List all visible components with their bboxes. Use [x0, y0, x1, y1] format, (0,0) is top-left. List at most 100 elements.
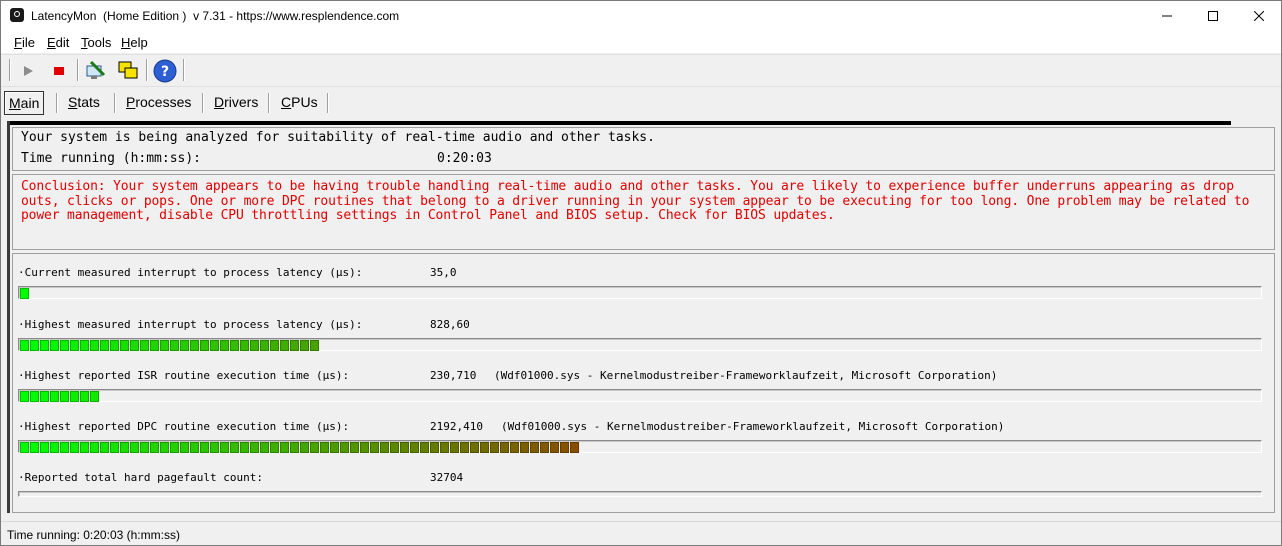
stop-icon	[54, 67, 64, 75]
metric-label-highest-latency: ·Highest measured interrupt to process l…	[18, 318, 363, 331]
menu-help-accel: H	[121, 35, 131, 50]
windows-button[interactable]	[115, 58, 141, 84]
bar-segment	[260, 340, 269, 351]
stop-button[interactable]	[46, 58, 72, 84]
bar-segment	[60, 442, 69, 453]
metric-value-pagefault-count: 32704	[430, 471, 464, 484]
bar-segment	[210, 442, 219, 453]
status-bar: Time running: 0:20:03 (h:mm:ss)	[1, 521, 1281, 545]
top-divider	[7, 121, 1231, 125]
bar-fill-dpc-time	[20, 442, 580, 453]
bar-segment	[430, 442, 439, 453]
bar-segment	[570, 442, 579, 453]
bar-segment	[60, 391, 69, 402]
progress-bar-pagefault-count	[18, 491, 1262, 497]
tab-drivers[interactable]: Drivers	[210, 91, 262, 113]
menu-file-label: ile	[21, 35, 35, 50]
bar-segment	[410, 442, 419, 453]
start-button[interactable]	[15, 58, 41, 84]
help-icon: ?	[153, 59, 177, 83]
bar-segment	[140, 442, 149, 453]
menu-edit[interactable]: Edit	[47, 35, 69, 50]
bar-segment	[320, 442, 329, 453]
bar-segment	[90, 442, 99, 453]
time-running-value: 0:20:03	[437, 151, 492, 166]
menu-bar: File Edit Tools Help	[1, 31, 1281, 53]
windows-icon	[118, 61, 138, 79]
bar-segment	[210, 340, 219, 351]
bar-segment	[440, 442, 449, 453]
progress-bar-isr-time	[18, 389, 1262, 402]
bar-segment	[240, 340, 249, 351]
bar-segment	[20, 288, 29, 299]
tab-cpus-label: PUs	[291, 94, 318, 110]
metric-value-highest-latency: 828,60	[430, 318, 470, 331]
bar-segment	[80, 391, 89, 402]
app-window: LatencyMon (Home Edition ) v 7.31 - http…	[0, 0, 1282, 546]
tab-main[interactable]: Main	[4, 91, 45, 115]
bar-segment	[300, 442, 309, 453]
conclusion-panel: Conclusion: Your system appears to be ha…	[12, 174, 1275, 250]
left-divider	[7, 121, 10, 513]
minimize-icon	[1162, 15, 1172, 17]
bar-segment	[70, 391, 79, 402]
metric-value-dpc-time: 2192,410	[430, 420, 483, 433]
close-button[interactable]	[1236, 1, 1281, 31]
menu-file[interactable]: File	[14, 35, 35, 50]
menu-edit-label: dit	[55, 35, 70, 50]
bar-segment	[270, 442, 279, 453]
toolbar-separator	[77, 59, 78, 81]
toolbar: ?	[1, 54, 1281, 87]
tab-cpus[interactable]: CPUs	[277, 91, 322, 113]
tab-processes-label: rocesses	[135, 94, 192, 110]
bar-fill-current-latency	[20, 288, 30, 299]
title-bar[interactable]: LatencyMon (Home Edition ) v 7.31 - http…	[1, 1, 1281, 31]
analysis-text: Your system is being analyzed for suitab…	[21, 130, 655, 145]
bar-segment	[270, 340, 279, 351]
monitor-button[interactable]	[83, 58, 109, 84]
bar-segment	[330, 442, 339, 453]
bar-segment	[260, 442, 269, 453]
bar-segment	[170, 340, 179, 351]
tab-processes-accel: P	[126, 94, 136, 110]
menu-tools[interactable]: Tools	[81, 35, 111, 50]
bar-segment	[530, 442, 539, 453]
monitor-icon	[86, 60, 106, 79]
bar-segment	[240, 442, 249, 453]
tab-processes[interactable]: Processes	[122, 91, 195, 113]
bar-segment	[80, 442, 89, 453]
bar-segment	[550, 442, 559, 453]
metric-value-isr-time: 230,710	[430, 369, 477, 382]
bar-segment	[480, 442, 489, 453]
bar-segment	[30, 340, 39, 351]
bar-segment	[420, 442, 429, 453]
svg-text:?: ?	[161, 64, 169, 80]
tab-cpus-accel: C	[281, 94, 292, 110]
bar-segment	[280, 340, 289, 351]
bar-fill-isr-time	[20, 391, 100, 402]
bar-segment	[290, 442, 299, 453]
play-icon	[24, 66, 33, 76]
tab-main-label: ain	[20, 95, 40, 111]
bar-segment	[120, 442, 129, 453]
tab-stats[interactable]: Stats	[64, 91, 104, 113]
bar-segment	[110, 340, 119, 351]
tab-separator	[56, 93, 57, 113]
help-button[interactable]: ?	[152, 58, 178, 84]
maximize-button[interactable]	[1190, 1, 1236, 31]
minimize-button[interactable]	[1144, 1, 1190, 31]
bar-segment	[310, 340, 319, 351]
tab-stats-label: tats	[77, 94, 100, 110]
bar-segment	[190, 442, 199, 453]
bar-segment	[20, 340, 29, 351]
latencymon-app-icon[interactable]	[10, 8, 24, 22]
conclusion-text: Conclusion: Your system appears to be ha…	[21, 179, 1250, 223]
bar-segment	[50, 391, 59, 402]
bar-segment	[180, 340, 189, 351]
bar-segment	[540, 442, 549, 453]
menu-help[interactable]: Help	[121, 35, 148, 50]
bar-segment	[170, 442, 179, 453]
toolbar-separator-2	[146, 59, 147, 81]
bar-segment	[490, 442, 499, 453]
tab-drivers-accel: D	[214, 94, 225, 110]
